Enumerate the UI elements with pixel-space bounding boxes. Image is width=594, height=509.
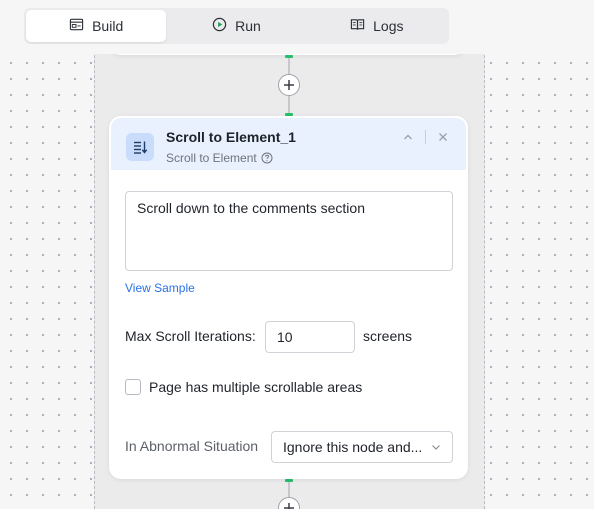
node-header-actions bbox=[403, 130, 448, 144]
abnormal-situation-select[interactable]: Ignore this node and... bbox=[271, 431, 453, 463]
multiple-scroll-areas-label: Page has multiple scrollable areas bbox=[149, 379, 363, 395]
help-icon[interactable] bbox=[261, 152, 273, 164]
chevron-up-icon[interactable] bbox=[403, 132, 413, 142]
play-icon bbox=[212, 17, 227, 35]
abnormal-situation-value: Ignore this node and... bbox=[283, 439, 423, 455]
abnormal-situation-label: In Abnormal Situation bbox=[125, 438, 259, 454]
element-description-input[interactable]: Scroll down to the comments section bbox=[125, 191, 453, 271]
close-icon[interactable] bbox=[438, 132, 448, 142]
connector-port bbox=[285, 479, 293, 482]
max-scroll-input[interactable] bbox=[265, 321, 355, 353]
mode-tabs: Build Run Logs bbox=[24, 8, 449, 44]
book-icon bbox=[350, 17, 365, 35]
multiple-scroll-areas-checkbox[interactable] bbox=[125, 379, 141, 395]
top-bar: Build Run Logs bbox=[0, 0, 594, 54]
max-scroll-unit: screens bbox=[363, 328, 413, 344]
plus-icon bbox=[284, 503, 294, 509]
node-type: Scroll to Element bbox=[166, 151, 273, 165]
scroll-to-element-node: Scroll to Element_1 Scroll to Element Sc… bbox=[109, 116, 468, 479]
divider bbox=[425, 130, 426, 144]
connector-port bbox=[285, 55, 293, 58]
view-sample-link[interactable]: View Sample bbox=[125, 281, 195, 295]
plus-icon bbox=[284, 80, 294, 90]
add-node-button[interactable] bbox=[278, 74, 300, 96]
node-type-label: Scroll to Element bbox=[166, 151, 257, 165]
node-title: Scroll to Element_1 bbox=[166, 129, 296, 145]
node-header[interactable]: Scroll to Element_1 Scroll to Element bbox=[109, 116, 468, 172]
scroll-to-element-icon bbox=[126, 133, 154, 161]
tab-logs[interactable]: Logs bbox=[307, 10, 447, 42]
tab-build-label: Build bbox=[92, 18, 124, 34]
build-icon bbox=[69, 17, 84, 35]
tab-run[interactable]: Run bbox=[166, 10, 306, 42]
tab-logs-label: Logs bbox=[373, 18, 404, 34]
tab-run-label: Run bbox=[235, 18, 261, 34]
max-scroll-label: Max Scroll Iterations: bbox=[125, 328, 256, 344]
tab-build[interactable]: Build bbox=[26, 10, 167, 42]
chevron-down-icon bbox=[432, 445, 440, 450]
